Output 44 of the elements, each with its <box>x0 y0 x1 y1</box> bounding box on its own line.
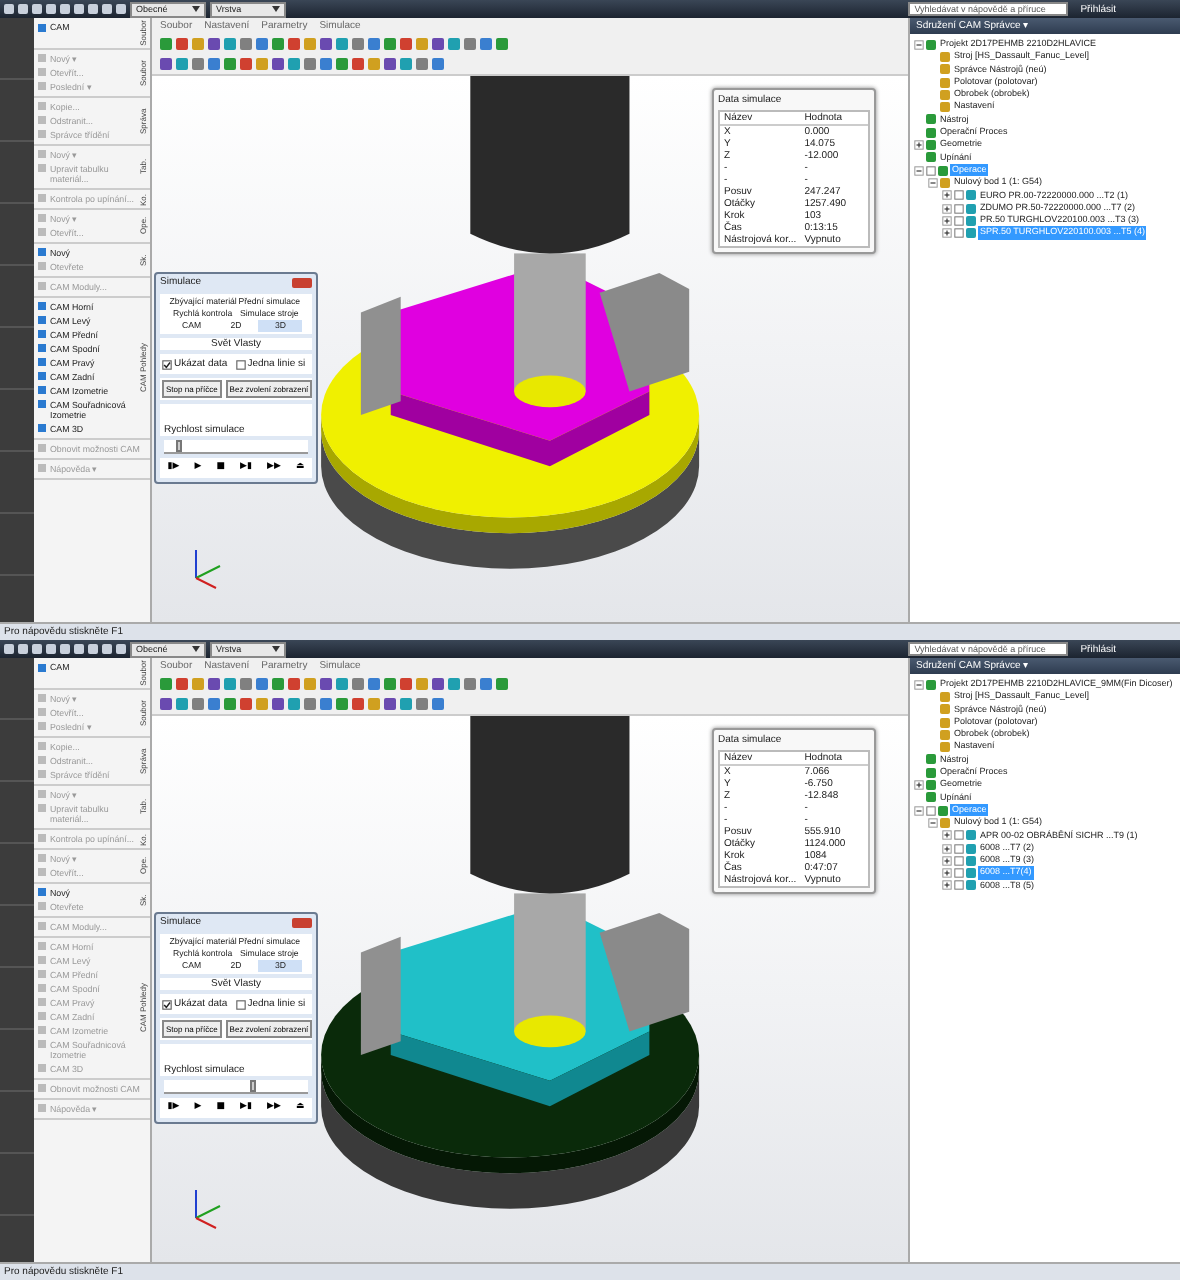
checkbox[interactable] <box>954 830 964 841</box>
close-button[interactable] <box>292 917 312 927</box>
expand-toggle[interactable] <box>942 830 952 841</box>
expand-toggle[interactable] <box>914 780 924 791</box>
expand-toggle[interactable] <box>914 140 924 151</box>
checkbox[interactable] <box>954 215 964 226</box>
expand-toggle[interactable] <box>942 228 952 239</box>
expand-toggle[interactable] <box>942 868 952 879</box>
expand-toggle[interactable] <box>942 843 952 853</box>
tree-node-icon <box>926 679 936 690</box>
close-button[interactable] <box>292 277 312 287</box>
speed-slider[interactable] <box>164 1080 308 1094</box>
checkbox[interactable] <box>235 999 246 1009</box>
slider-thumb[interactable] <box>250 1080 257 1092</box>
checkbox[interactable] <box>926 805 936 816</box>
checkbox[interactable] <box>954 880 964 891</box>
checkbox[interactable] <box>954 203 964 213</box>
caret-icon <box>192 646 200 652</box>
checkbox[interactable] <box>162 359 172 369</box>
checkbox[interactable] <box>954 228 964 239</box>
expand-toggle[interactable] <box>914 679 924 690</box>
expand-toggle[interactable] <box>914 39 924 50</box>
expand-toggle[interactable] <box>928 177 938 188</box>
checkbox[interactable] <box>954 843 964 853</box>
expand-toggle[interactable] <box>942 190 952 201</box>
checkbox[interactable] <box>162 999 172 1009</box>
expand-toggle[interactable] <box>942 215 952 226</box>
expand-toggle[interactable] <box>942 203 952 213</box>
checkbox[interactable] <box>954 190 964 201</box>
expand-toggle[interactable] <box>914 165 924 176</box>
speed-slider[interactable] <box>164 440 308 454</box>
caret-icon <box>192 6 200 12</box>
tree-node-icon <box>926 39 936 50</box>
checkbox[interactable] <box>926 165 936 176</box>
expand-toggle[interactable] <box>942 880 952 891</box>
checkbox[interactable] <box>954 855 964 866</box>
caret-icon <box>272 646 280 652</box>
checkbox[interactable] <box>954 868 964 879</box>
expand-toggle[interactable] <box>942 855 952 866</box>
expand-toggle[interactable] <box>914 805 924 816</box>
checkbox[interactable] <box>235 359 246 369</box>
slider-thumb[interactable] <box>175 440 182 452</box>
expand-toggle[interactable] <box>928 817 938 828</box>
caret-icon <box>272 6 280 12</box>
